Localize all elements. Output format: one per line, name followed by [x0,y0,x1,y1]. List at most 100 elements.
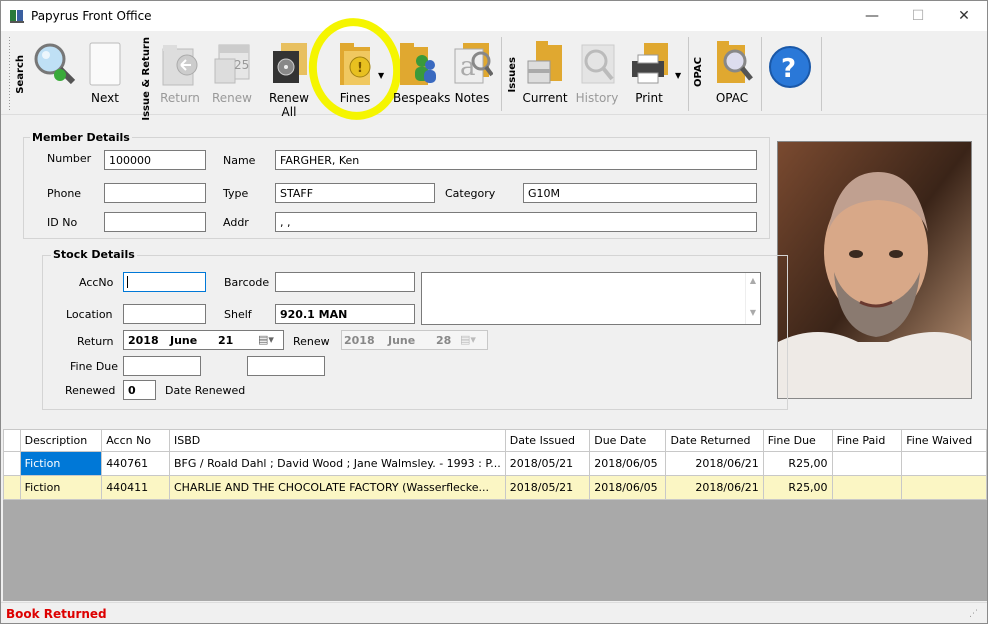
scroll-up-icon[interactable]: ▲ [746,276,760,285]
opac-button[interactable]: OPAC [707,35,757,107]
group-label-issue-return: Issue & Return [141,37,152,121]
calendar-dropdown-icon[interactable]: ▤▾ [460,333,476,346]
return-date-picker[interactable]: 2018 June 21 ▤▾ [123,330,284,350]
return-label: Return [160,91,200,105]
resize-grip-icon[interactable]: ⋰ [969,609,978,619]
group-label-search: Search [15,55,26,94]
printer-icon [632,43,668,84]
renewed-label: Renewed [65,384,116,397]
table-cell[interactable] [901,475,987,500]
notes-icon: a [454,43,493,84]
return-month: June [170,334,198,347]
bespeaks-icon [400,43,436,85]
bespeaks-label: Bespeaks [393,91,451,105]
addr-field[interactable]: , , [275,212,757,232]
column-header[interactable]: Fine Paid [831,429,903,452]
print-dropdown-arrow-icon[interactable]: ▼ [675,71,681,80]
table-cell[interactable]: 2018/06/21 [665,451,764,476]
fine-due-label: Fine Due [70,360,119,373]
table-cell[interactable] [831,475,903,500]
barcode-label: Barcode [224,276,270,289]
table-cell[interactable]: 2018/05/21 [504,475,591,500]
column-header[interactable]: Date Returned [665,429,764,452]
column-header[interactable]: Fine Due [762,429,833,452]
current-button[interactable]: Current [521,35,569,107]
column-header[interactable]: ISBD [168,429,506,452]
stock-notes-textarea[interactable] [421,272,761,325]
table-cell[interactable]: 2018/06/21 [665,475,764,500]
shelf-field[interactable]: 920.1 MAN [275,304,415,324]
opac-icon [717,41,753,83]
phone-field[interactable] [104,183,206,203]
table-row[interactable]: Fiction 440411 CHARLIE AND THE CHOCOLATE F… [3,475,987,500]
toolbar: Search Next Issue & Return Return 25 Ren… [1,18,987,121]
notes-button[interactable]: a Notes [450,35,494,107]
current-icon [527,41,562,84]
next-button[interactable]: Next [85,35,125,107]
history-button[interactable]: History [573,35,621,107]
renew-label: Renew [293,335,330,348]
table-cell[interactable]: Fiction [19,475,103,500]
table-cell[interactable]: 2018/06/05 [589,475,667,500]
row-header[interactable] [3,475,21,500]
table-cell[interactable]: 440761 [101,451,170,476]
number-label: Number [47,152,92,165]
column-header[interactable]: Due Date [589,429,667,452]
column-header[interactable]: Description [19,429,103,452]
print-button[interactable]: Print [625,35,673,107]
row-header-corner [3,429,21,452]
addr-label: Addr [223,216,249,229]
scroll-down-icon[interactable]: ▼ [746,308,760,317]
renew-button[interactable]: 25 Renew [207,35,257,107]
number-field[interactable]: 100000 [104,150,206,170]
table-cell[interactable]: R25,00 [762,451,833,476]
idno-label: ID No [47,216,78,229]
idno-field[interactable] [104,212,206,232]
notes-scrollbar[interactable]: ▲ ▼ [745,273,760,324]
member-photo [777,141,972,399]
calendar-dropdown-icon[interactable]: ▤▾ [258,333,274,346]
table-cell[interactable] [901,451,987,476]
table-cell[interactable]: BFG / Roald Dahl ; David Wood ; Jane Wal… [168,451,506,476]
member-details-title: Member Details [30,131,132,144]
location-field[interactable] [123,304,206,324]
table-cell[interactable]: 2018/06/05 [589,451,667,476]
notes-label: Notes [454,91,490,105]
table-cell[interactable] [831,451,903,476]
column-header[interactable]: Fine Waived [901,429,987,452]
table-cell[interactable]: CHARLIE AND THE CHOCOLATE FACTORY (Wasse… [168,475,506,500]
search-button[interactable] [28,35,80,107]
maximize-button[interactable]: ☐ [895,1,941,31]
column-header[interactable]: Date Issued [504,429,591,452]
print-label: Print [635,91,663,105]
table-cell[interactable]: 2018/05/21 [504,451,591,476]
name-field[interactable]: FARGHER, Ken [275,150,757,170]
opac-label: OPAC [715,91,749,105]
table-cell[interactable]: 440411 [101,475,170,500]
row-header[interactable] [3,451,21,476]
category-field[interactable]: G10M [523,183,757,203]
renewed-field[interactable]: 0 [123,380,156,400]
return-button[interactable]: Return [157,35,203,107]
renew-date-picker[interactable]: 2018 June 28 ▤▾ [341,330,488,350]
history-label: History [575,91,619,105]
close-button[interactable]: ✕ [941,1,987,31]
barcode-field[interactable] [275,272,415,292]
accno-field[interactable] [123,272,206,292]
location-label: Location [66,308,113,321]
title-bar: Papyrus Front Office — ☐ ✕ [1,1,987,31]
text-cursor [127,276,128,288]
table-header-row: Description Accn No ISBD Date Issued Due Dat… [3,429,987,452]
table-cell[interactable]: R25,00 [762,475,833,500]
table-row[interactable]: Fiction 440761 BFG / Roald Dahl ; David Wo… [3,451,987,476]
help-button[interactable]: ? [765,35,815,107]
type-field[interactable]: STAFF [275,183,435,203]
help-icon: ? [769,46,811,88]
table-cell[interactable]: Fiction [19,451,103,476]
column-header[interactable]: Accn No [101,429,170,452]
bespeaks-button[interactable]: Bespeaks [393,35,451,107]
history-icon [581,44,615,84]
fine-due-extra-field[interactable] [247,356,325,376]
fine-due-field[interactable] [123,356,201,376]
minimize-button[interactable]: — [849,1,895,31]
